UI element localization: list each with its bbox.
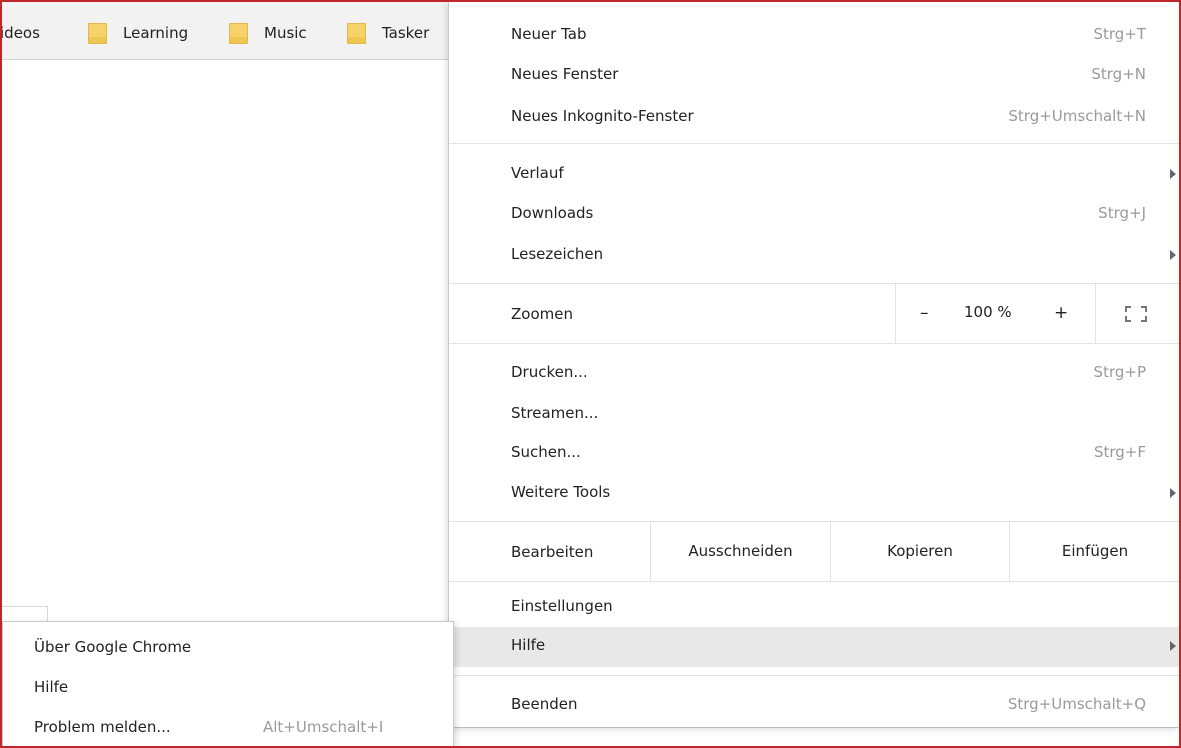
bookmark-label: Music [264,24,307,42]
bookmark-label: Tasker [382,24,430,42]
paste-button[interactable]: Einfügen [1010,521,1180,581]
menu-item-exit[interactable]: Beenden Strg+Umschalt+Q [449,686,1180,726]
submenu-arrow-icon [1170,488,1176,498]
menu-item-shortcut: Strg+P [1093,363,1146,381]
menu-item-more-tools[interactable]: Weitere Tools [449,474,1180,514]
menu-zoom-row: Zoomen – 100 % + [449,283,1180,343]
bookmark-videos[interactable]: ideos [2,20,40,46]
menu-item-label: Streamen... [511,404,599,422]
menu-item-settings[interactable]: Einstellungen [449,588,1180,628]
menu-edit-row: Bearbeiten Ausschneiden Kopieren Einfüge… [449,521,1180,581]
bookmark-folder-music[interactable]: Music [229,20,307,46]
menu-item-bookmarks[interactable]: Lesezeichen [449,236,1180,276]
menu-item-label: Drucken... [511,363,588,381]
menu-item-find[interactable]: Suchen... Strg+F [449,434,1180,474]
copy-button-label: Kopieren [887,542,953,560]
submenu-item-help-center[interactable]: Hilfe [3,662,453,702]
menu-item-label: Beenden [511,695,578,713]
menu-item-print[interactable]: Drucken... Strg+P [449,354,1180,394]
edit-label: Bearbeiten [511,543,594,561]
zoom-level: 100 % [964,303,1012,321]
bookmark-label: ideos [2,24,40,42]
submenu-item-label: Problem melden... [34,718,171,736]
fullscreen-icon[interactable] [1125,306,1147,322]
menu-item-shortcut: Strg+T [1093,25,1146,43]
menu-item-label: Weitere Tools [511,483,611,501]
folder-icon [229,22,248,44]
menu-item-shortcut: Strg+J [1098,204,1146,222]
help-submenu: Über Google Chrome Hilfe Problem melden.… [2,621,454,748]
menu-item-label: Einstellungen [511,597,613,615]
submenu-item-shortcut: Alt+Umschalt+I [263,718,384,736]
zoom-label: Zoomen [511,305,573,323]
menu-item-label: Neues Inkognito-Fenster [511,107,694,125]
zoom-divider [895,283,896,343]
menu-item-label: Lesezeichen [511,245,604,263]
menu-item-new-incognito-window[interactable]: Neues Inkognito-Fenster Strg+Umschalt+N [449,98,1180,138]
menu-item-label: Suchen... [511,443,581,461]
menu-item-cast[interactable]: Streamen... [449,395,1180,435]
bookmark-label: Learning [123,24,189,42]
menu-item-shortcut: Strg+Umschalt+N [1008,107,1146,125]
menu-item-shortcut: Strg+Umschalt+Q [1007,695,1146,713]
menu-item-new-tab[interactable]: Neuer Tab Strg+T [449,16,1180,56]
menu-item-history[interactable]: Verlauf [449,155,1180,195]
menu-item-new-window[interactable]: Neues Fenster Strg+N [449,56,1180,96]
bookmark-folder-tasker[interactable]: Tasker [347,20,429,46]
zoom-in-button[interactable]: + [1054,303,1068,323]
paste-button-label: Einfügen [1061,542,1129,560]
page-content [2,60,456,620]
menu-item-label: Verlauf [511,164,564,182]
bookmark-bar: ideos Learning Music Tasker [2,2,456,60]
cut-button-label: Ausschneiden [688,542,793,560]
menu-separator [449,581,1180,582]
bookmark-folder-learning[interactable]: Learning [88,20,188,46]
submenu-arrow-icon [1170,641,1176,651]
menu-item-label: Hilfe [511,636,546,654]
submenu-item-report-issue[interactable]: Problem melden... Alt+Umschalt+I [3,702,453,742]
zoom-out-button[interactable]: – [920,303,929,323]
copy-button[interactable]: Kopieren [831,521,1009,581]
chrome-main-menu: Neuer Tab Strg+T Neues Fenster Strg+N Ne… [448,2,1180,728]
cut-button[interactable]: Ausschneiden [651,521,830,581]
menu-separator [449,143,1180,144]
submenu-arrow-icon [1170,250,1176,260]
menu-separator [449,675,1180,676]
menu-item-downloads[interactable]: Downloads Strg+J [449,195,1180,235]
zoom-divider [1095,283,1096,343]
submenu-arrow-icon [1170,169,1176,179]
folder-icon [347,22,366,44]
menu-item-label: Downloads [511,204,594,222]
submenu-item-label: Über Google Chrome [34,638,192,656]
submenu-item-about-chrome[interactable]: Über Google Chrome [3,622,453,662]
menu-item-shortcut: Strg+N [1091,65,1146,83]
menu-item-label: Neues Fenster [511,65,619,83]
menu-item-shortcut: Strg+F [1093,443,1146,461]
submenu-item-label: Hilfe [34,678,69,696]
menu-item-label: Neuer Tab [511,25,587,43]
menu-separator [449,343,1180,344]
folder-icon [88,22,107,44]
menu-item-help[interactable]: Hilfe [449,627,1180,667]
